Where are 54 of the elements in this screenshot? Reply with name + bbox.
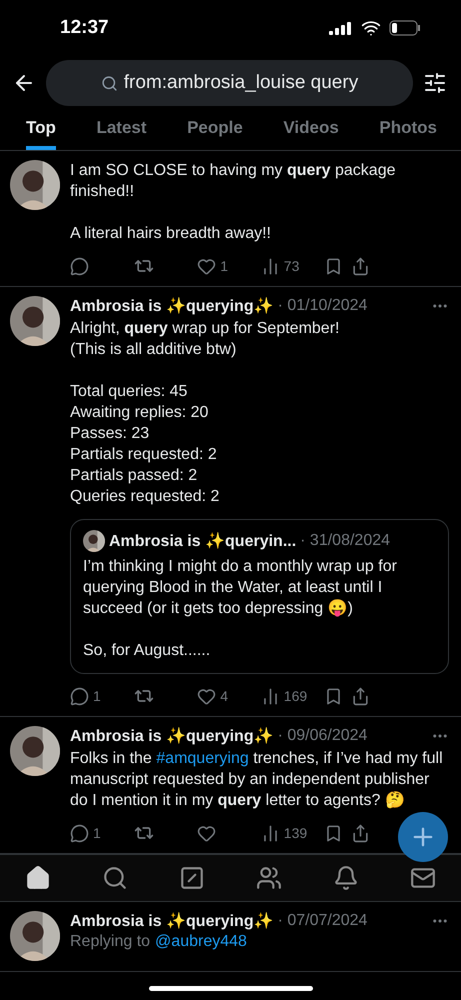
reply-icon[interactable]: [70, 824, 89, 842]
like-count: 1: [220, 258, 228, 274]
mention-link[interactable]: @aubrey448: [155, 933, 247, 951]
reply-icon[interactable]: [70, 256, 89, 276]
like-icon[interactable]: [197, 824, 216, 842]
home-nav-button[interactable]: [25, 865, 52, 891]
author-name[interactable]: Ambrosia is ✨querying✨: [70, 296, 274, 316]
post-date: · 01/10/2024: [278, 297, 368, 315]
post-date: · 31/08/2024: [300, 532, 390, 550]
view-count: 169: [284, 688, 308, 704]
tab[interactable]: Latest: [96, 118, 147, 150]
avatar[interactable]: [83, 530, 105, 552]
post-text: I am SO CLOSE to having my query package finished!! A literal hairs breadth away!!: [70, 161, 396, 244]
like-count: 4: [220, 688, 228, 704]
search-icon: [100, 74, 118, 92]
author-name[interactable]: Ambrosia is ✨querying✨: [70, 911, 274, 931]
reply-icon[interactable]: [70, 686, 89, 706]
replying-label: Replying to: [70, 933, 150, 951]
avatar[interactable]: [10, 726, 60, 776]
status-time: 12:37: [60, 17, 109, 39]
share-icon[interactable]: [350, 686, 370, 706]
quoted-post[interactable]: Ambrosia is ✨queryin... · 31/08/2024 I’m thinking I might do a monthly wrap up for querying Blood in the Water, at least until I succeed (or it gets too depressing 😛) So, for August......: [70, 519, 449, 674]
compose-nav-button[interactable]: [179, 865, 206, 891]
share-icon[interactable]: [350, 256, 370, 276]
like-icon[interactable]: [197, 686, 216, 706]
like-icon[interactable]: [197, 256, 216, 276]
view-count: 139: [284, 825, 308, 841]
view-count: 73: [284, 258, 300, 274]
avatar[interactable]: [10, 296, 60, 346]
tab[interactable]: Top: [26, 118, 56, 150]
signal-icon: [329, 21, 353, 35]
compose-button[interactable]: [398, 812, 448, 862]
avatar[interactable]: [10, 160, 60, 210]
author-name[interactable]: Ambrosia is ✨querying✨: [70, 726, 274, 746]
post-date: · 07/07/2024: [278, 912, 368, 930]
post-text: I’m thinking I might do a monthly wrap up for querying Blood in the Water, at least until I succeed (or it gets too depressing 😛) So, for August......: [83, 557, 398, 661]
people-nav-button[interactable]: [256, 865, 282, 891]
avatar[interactable]: [10, 911, 60, 961]
post-date: · 09/06/2024: [278, 727, 368, 745]
tab[interactable]: Videos: [283, 118, 339, 150]
author-name: Ambrosia is ✨queryin...: [109, 531, 296, 551]
tab[interactable]: People: [187, 118, 243, 150]
search-nav-button[interactable]: [102, 865, 128, 891]
bell-nav-button[interactable]: [332, 865, 359, 891]
search-field[interactable]: from:ambrosia_louise query: [46, 60, 413, 106]
hashtag-link[interactable]: #amquerying: [156, 750, 249, 767]
battery-icon: [389, 20, 421, 36]
reply-count: 1: [93, 825, 101, 841]
share-icon[interactable]: [350, 824, 370, 842]
post-text: Folks in the #amquerying trenches, if I’ve had my full manuscript requested by an independent publisher do I mention it in my query letter to agents? 🤔: [70, 749, 444, 811]
post-text: Alright, query wrap up for September! (This is all additive btw) Total queries: 45 Awaiting replies: 20 Passes: 23 Partials requested: 2 Partials passed: 2 Queries requested: 2: [70, 319, 340, 507]
reply-count: 1: [93, 688, 101, 704]
filter-icon[interactable]: [423, 71, 447, 95]
tab[interactable]: Photos: [379, 118, 437, 150]
